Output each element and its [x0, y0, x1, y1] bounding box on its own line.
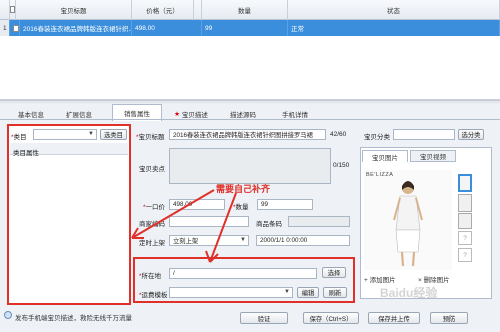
verify-button[interactable]: 验证 — [240, 312, 288, 324]
arrow-down — [209, 192, 237, 263]
save-button[interactable]: 保存（Ctrl+S） — [303, 312, 359, 324]
mobile-desc-checkbox-label[interactable]: 发布手机端宝贝描述，救险无线千万流量 — [15, 312, 132, 322]
save-upload-button[interactable]: 保存并上传 — [368, 312, 420, 324]
info-icon — [4, 311, 12, 319]
watermark: Baidu经验 — [380, 286, 438, 300]
extra-button[interactable]: 预防 — [430, 312, 468, 324]
annotation-arrows — [131, 189, 237, 263]
arrow-left — [131, 189, 215, 239]
